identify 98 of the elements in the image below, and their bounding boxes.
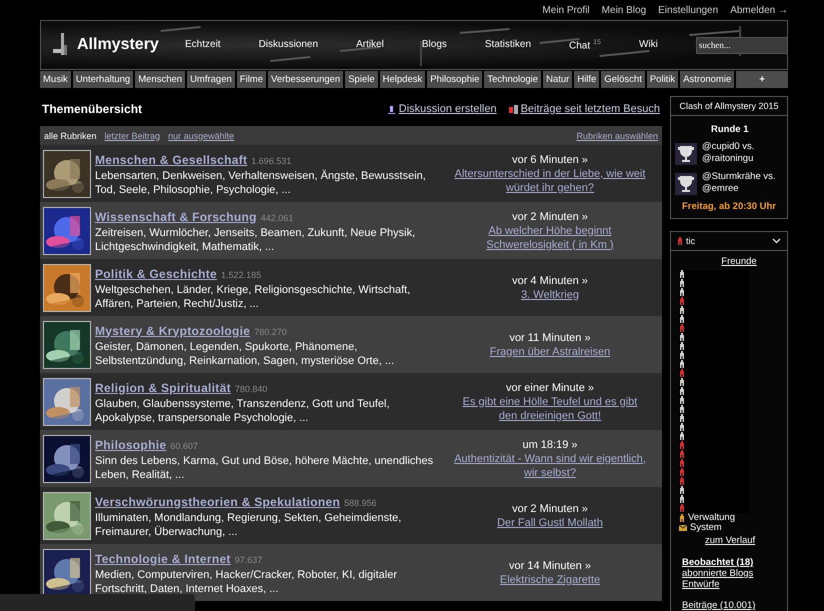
- category-description: Glauben, Glaubenssysteme, Transzendenz, Gott und Teufel, Apokalypse, transpersonale Psychologie, ...: [95, 396, 391, 424]
- trophy-icon: [675, 173, 697, 195]
- last-post-time: vor 2 Minuten »: [512, 502, 588, 516]
- category-title[interactable]: Religion & Spiritualität: [95, 380, 231, 394]
- post-count: 442.061: [260, 212, 294, 222]
- last-post-time: vor 4 Minuten »: [512, 274, 588, 288]
- post-count: 588.956: [344, 498, 377, 508]
- action-link[interactable]: Diskussion erstellen: [386, 103, 497, 115]
- nav-link[interactable]: Blogs: [422, 38, 447, 52]
- category-title[interactable]: Mystery & Kryptozoologie: [95, 324, 250, 338]
- search-field[interactable]: suchen...: [696, 36, 787, 54]
- category-title[interactable]: Wissenschaft & Forschung: [95, 210, 257, 224]
- last-post-link[interactable]: Es gibt eine Hölle Teufel und es gibt den dreieinigen Gott!: [452, 394, 648, 422]
- category-tab[interactable]: Filme: [236, 71, 266, 88]
- notice-text[interactable]: Verwaltung: [688, 513, 736, 523]
- category-tab[interactable]: Gelöscht: [601, 71, 645, 88]
- door-icon: [508, 104, 518, 114]
- notice-text[interactable]: System: [690, 523, 722, 533]
- category-tab[interactable]: Unterhaltung: [72, 71, 134, 88]
- last-post-time: vor einer Minute »: [506, 380, 594, 394]
- category-description: Weltgeschehen, Länder, Kriege, Religionsgeschichte, Wirtschaft, Affären, Parteien, Recht/Justiz, ...: [95, 282, 412, 310]
- category-tab[interactable]: Technologie: [484, 71, 542, 88]
- category-description: Geister, Dämonen, Legenden, Spukorte, Phänomene, Selbstentzündung, Reinkarnation, Sagen, mysteriöse Orte, ...: [95, 340, 395, 368]
- nav-link[interactable]: Diskussionen: [258, 38, 318, 52]
- nav-link[interactable]: Echtzeit: [185, 38, 221, 52]
- match-date: Freitag, ab 20:30 Uhr: [681, 201, 777, 212]
- post-count: 97.637: [234, 554, 262, 564]
- match-players: @cupid0 vs. @raitoningu: [702, 141, 756, 165]
- category-description: Illuminaten, Mondlandung, Regierung, Sekten, Geheimdienste, Freimaurer, Überwachung, ...: [95, 510, 402, 538]
- round-title: Runde 1: [711, 124, 750, 135]
- user-name[interactable]: tic: [686, 236, 769, 246]
- post-count: 1.696.531: [251, 156, 292, 166]
- last-post-link[interactable]: Ab welcher Höhe beginnt Schwerelosigkeit ( in Km ): [452, 224, 648, 252]
- last-post-link[interactable]: Fragen über Astralreisen: [490, 344, 610, 358]
- envelope-icon: [679, 525, 687, 531]
- user-link[interactable]: Einstellungen: [658, 4, 718, 16]
- action-link[interactable]: Beiträge seit letztem Besuch: [508, 103, 660, 115]
- category-tab[interactable]: +: [736, 71, 788, 88]
- sidebar-link[interactable]: Beobachtet (18): [682, 558, 787, 568]
- category-tab[interactable]: Politik: [646, 71, 678, 88]
- post-count: 60.607: [170, 440, 198, 450]
- last-post-link[interactable]: Authentizität - Wann sind wir eigentlich, wir selbst?: [452, 452, 648, 480]
- last-post-time: vor 2 Minuten »: [512, 210, 588, 224]
- panel-title: Clash of Allmystery 2015: [679, 101, 779, 111]
- category-description: Medien, Computerviren, Hacker/Cracker, Roboter, KI, digitaler Fortschritt, Daten, Internet Hoaxes, ...: [95, 568, 398, 596]
- nav-link[interactable]: Chat $^{15}$: [569, 38, 601, 52]
- category-description: Sinn des Lebens, Karma, Gut und Böse, höhere Mächte, unendliches Leben, Realität, ...: [95, 454, 434, 482]
- page-title: Themenübersicht: [42, 102, 144, 116]
- chevron-down-icon[interactable]: [772, 238, 781, 244]
- last-post-time: vor 6 Minuten »: [512, 152, 588, 166]
- category-title[interactable]: Verschwörungstheorien & Spekulationen: [95, 494, 340, 508]
- filter-link[interactable]: alle Rubriken: [44, 130, 97, 140]
- last-post-link[interactable]: Der Fall Gustl Mollath: [497, 516, 603, 530]
- last-post-link[interactable]: 3. Weltkrieg: [521, 288, 579, 302]
- category-tab[interactable]: Astronomie: [680, 71, 734, 88]
- filter-link[interactable]: letzter Beitrag: [104, 130, 160, 140]
- person-icon: [679, 514, 685, 522]
- category-tab[interactable]: Spiele: [345, 71, 378, 88]
- nav-link[interactable]: Statistiken: [484, 38, 532, 52]
- trophy-icon: [675, 143, 697, 165]
- filter-link[interactable]: nur ausgewählte: [168, 130, 234, 140]
- sidebar-link[interactable]: abonnierte Blogs: [682, 569, 787, 579]
- category-title[interactable]: Politik & Geschichte: [95, 266, 218, 280]
- category-tab[interactable]: Verbesserungen: [268, 71, 344, 88]
- logo[interactable]: Allmystery: [77, 36, 159, 54]
- category-tab[interactable]: Hilfe: [574, 71, 600, 88]
- user-link[interactable]: Abmelden →: [730, 4, 788, 16]
- category-tab[interactable]: Philosophie: [427, 71, 482, 88]
- user-link[interactable]: Mein Blog: [602, 4, 646, 16]
- last-post-time: um 18:19 »: [522, 438, 578, 452]
- category-tab[interactable]: Helpdesk: [380, 71, 426, 88]
- nav-link[interactable]: Artikel: [356, 38, 384, 52]
- match-players: @Sturmkrähe vs. @emree: [702, 171, 777, 195]
- category-description: Lebensarten, Denkweisen, Verhaltensweisen, Ängste, Bewusstsein, Tod, Seele, Philosophie, Psychologie, ...: [95, 168, 427, 196]
- category-tab[interactable]: Menschen: [135, 71, 186, 88]
- last-post-time: vor 11 Minuten »: [509, 330, 591, 344]
- sidebar-link[interactable]: Entwürfe: [682, 580, 787, 590]
- category-description: Zeitreisen, Wurmlöcher, Jenseits, Beamen, Zukunft, Neue Physik, Lichtgeschwindigkeit, Mathematik, ...: [95, 226, 416, 254]
- last-post-link[interactable]: Altersunterschied in der Liebe, wie weit würdet ihr gehen?: [452, 166, 648, 194]
- last-post-time: vor 14 Minuten »: [509, 558, 591, 572]
- category-tab[interactable]: Musik: [40, 71, 71, 88]
- nav-link[interactable]: Wiki: [638, 38, 658, 52]
- last-post-link[interactable]: Elektrische Zigarette: [500, 572, 600, 586]
- category-title[interactable]: Menschen & Gesellschaft: [95, 152, 248, 166]
- category-tab[interactable]: Natur: [543, 71, 572, 88]
- category-title[interactable]: Technologie & Internet: [95, 552, 231, 566]
- person-icon: [677, 236, 683, 244]
- pen-icon: [386, 104, 396, 114]
- posts-link[interactable]: Beiträge (10.001): [682, 601, 787, 611]
- post-count: 780.270: [254, 326, 287, 336]
- user-link[interactable]: Mein Profil: [542, 4, 590, 16]
- post-count: 1.522.185: [221, 270, 262, 280]
- friends-link[interactable]: Freunde: [721, 256, 757, 267]
- category-title[interactable]: Philosophie: [95, 438, 166, 452]
- choose-link[interactable]: Rubriken auswählen: [576, 130, 658, 140]
- post-count: 780.840: [234, 384, 268, 394]
- history-link[interactable]: zum Verlauf: [705, 536, 787, 546]
- category-tab[interactable]: Umfragen: [187, 71, 235, 88]
